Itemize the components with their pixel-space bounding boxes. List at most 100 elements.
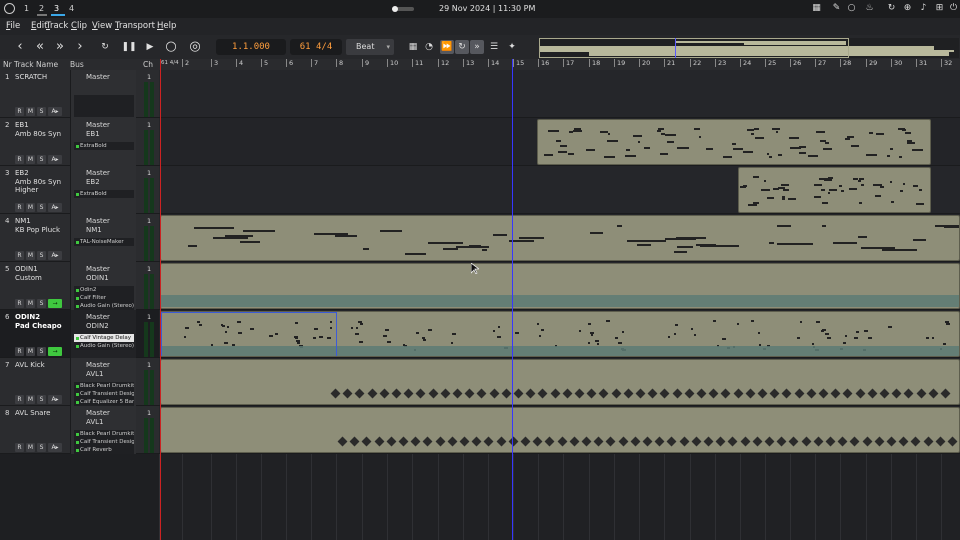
menu-edit[interactable]: Edit	[31, 21, 47, 31]
ruler-bar-7[interactable]: 7	[311, 59, 318, 67]
loop-start-marker[interactable]	[160, 59, 161, 540]
solo-button[interactable]: S	[37, 155, 46, 164]
mute-button[interactable]: M	[26, 395, 35, 404]
clip-odin2[interactable]	[160, 311, 960, 357]
ruler-bar-22[interactable]: 22	[690, 59, 701, 67]
refresh-icon[interactable]: ↻	[886, 3, 897, 14]
clip-nm1[interactable]	[160, 215, 960, 261]
plugin-slot[interactable]: Black Pearl Drumkit	[74, 382, 134, 390]
track-name[interactable]: SCRATCH	[15, 73, 69, 82]
ruler-bar-24[interactable]: 24	[740, 59, 751, 67]
solo-button[interactable]: S	[37, 347, 46, 356]
track-name[interactable]: AVL Kick	[15, 361, 69, 370]
track-name[interactable]: AVL Snare	[15, 409, 69, 418]
record-button[interactable]: R	[15, 347, 24, 356]
solo-button[interactable]: S	[37, 395, 46, 404]
automation-button[interactable]: A▸	[48, 443, 62, 452]
monitor-button[interactable]: →	[48, 299, 62, 308]
arrangement-area[interactable]	[159, 70, 960, 540]
menu-view[interactable]: View	[92, 21, 112, 31]
ruler-bar-4[interactable]: 4	[236, 59, 243, 67]
monitor-button[interactable]: →	[48, 347, 62, 356]
track-header-2[interactable]: 2 EB1 Amb 80s Syn R M S A▸ Master EB1 ExtraBold 1	[0, 118, 159, 166]
plugin-slot[interactable]: Audio Gain (Stereo)	[74, 342, 134, 350]
clip-eb1[interactable]	[537, 119, 931, 165]
plugin-icon[interactable]: ✦	[505, 40, 519, 54]
mute-button[interactable]: M	[26, 107, 35, 116]
automation-button[interactable]: A▸	[48, 203, 62, 212]
loop-toggle-icon[interactable]: ↻	[455, 40, 469, 54]
minimap-viewport[interactable]	[539, 38, 849, 58]
automation-button[interactable]: A▸	[48, 155, 62, 164]
menu-file[interactable]: File	[6, 21, 20, 31]
ruler-bar-28[interactable]: 28	[840, 59, 851, 67]
follow-icon[interactable]: ⏩	[440, 40, 454, 54]
track-name[interactable]: EB2 Amb 80s Syn Higher	[15, 169, 69, 195]
grid-icon[interactable]: ▦	[406, 40, 420, 54]
network-icon[interactable]: ⊞	[934, 3, 945, 14]
record-button[interactable]: R	[15, 443, 24, 452]
ruler-bar-25[interactable]: 25	[765, 59, 776, 67]
mute-button[interactable]: M	[26, 155, 35, 164]
fast-forward-icon[interactable]: »	[51, 38, 69, 56]
track-header-4[interactable]: 4 NM1 KB Pop Pluck R M S A▸ Master NM1 TAL-NoiseM…	[0, 214, 159, 262]
workspace-1[interactable]: 1	[24, 4, 29, 13]
ruler-bar-9[interactable]: 9	[362, 59, 369, 67]
ruler-bar-29[interactable]: 29	[866, 59, 877, 67]
tempo-marker[interactable]: 61 4/4	[161, 60, 179, 66]
record-button[interactable]: R	[15, 395, 24, 404]
track-lane-1[interactable]	[159, 70, 960, 118]
ruler-bar-8[interactable]: 8	[336, 59, 343, 67]
selection-box[interactable]	[161, 312, 337, 356]
ruler-bar-27[interactable]: 27	[815, 59, 826, 67]
punch-icon[interactable]: »	[470, 40, 484, 54]
channel-number[interactable]: 1	[147, 169, 151, 177]
ruler-bar-15[interactable]: 15	[513, 59, 524, 67]
media-toggle[interactable]	[392, 6, 414, 12]
ruler-bar-23[interactable]: 23	[715, 59, 726, 67]
tempo-signature-display[interactable]: 61 4/4	[290, 39, 342, 55]
track-header-8[interactable]: 8 AVL Snare R M S A▸ Master AVL1 Black Pearl Dru…	[0, 406, 159, 454]
ruler-bar-32[interactable]: 32	[941, 59, 952, 67]
channel-number[interactable]: 1	[147, 361, 151, 369]
goto-end-icon[interactable]: ›	[71, 38, 89, 56]
position-display[interactable]: 1.1.000	[216, 39, 286, 55]
plugin-slot[interactable]: Audio Gain (Stereo)	[74, 302, 134, 310]
mute-button[interactable]: M	[26, 203, 35, 212]
plugin-slot-empty[interactable]	[74, 95, 134, 117]
group-name[interactable]: EB1	[86, 130, 100, 138]
ruler-bar-26[interactable]: 26	[790, 59, 801, 67]
ruler-bar-3[interactable]: 3	[211, 59, 218, 67]
mixer-icon[interactable]: ☰	[487, 40, 501, 54]
keyboard-layout-icon[interactable]: ▦	[811, 3, 822, 14]
rewind-icon[interactable]: «	[31, 38, 49, 56]
ruler-bar-30[interactable]: 30	[891, 59, 902, 67]
menu-transport[interactable]: Transport	[115, 21, 155, 31]
group-name[interactable]: ODIN2	[86, 322, 109, 330]
plugin-slot[interactable]: ExtraBold	[74, 142, 134, 150]
group-name[interactable]: NM1	[86, 226, 102, 234]
track-header-5[interactable]: 5 ODIN1 Custom R M S → Master ODIN1 Odin2 Calf Fil…	[0, 262, 159, 310]
channel-number[interactable]: 1	[147, 313, 151, 321]
pause-icon[interactable]: ❚❚	[120, 38, 138, 56]
snap-select[interactable]: Beat	[346, 39, 394, 55]
output-bus[interactable]: Master	[86, 361, 110, 369]
workspace-4[interactable]: 4	[69, 4, 74, 13]
plugin-slot[interactable]: TAL-NoiseMaker	[74, 238, 134, 246]
group-name[interactable]: AVL1	[86, 370, 103, 378]
ruler-bar-12[interactable]: 12	[438, 59, 449, 67]
clip-eb2[interactable]	[738, 167, 931, 213]
ruler-bar-13[interactable]: 13	[463, 59, 474, 67]
output-bus[interactable]: Master	[86, 313, 110, 321]
channel-number[interactable]: 1	[147, 73, 151, 81]
track-header-6[interactable]: 6 ODIN2 Pad Cheapo R M S → Master ODIN2 Calf Vint…	[0, 310, 159, 358]
os-launcher-icon[interactable]	[4, 3, 15, 14]
plugin-slot[interactable]: Calf Reverb	[74, 446, 134, 454]
color-picker-icon[interactable]: ✎	[831, 3, 842, 14]
ruler-bar-16[interactable]: 16	[538, 59, 549, 67]
ruler-bar-5[interactable]: 5	[261, 59, 268, 67]
output-bus[interactable]: Master	[86, 121, 110, 129]
workspace-3[interactable]: 3	[54, 4, 59, 13]
automation-button[interactable]: A▸	[48, 395, 62, 404]
goto-start-icon[interactable]: ‹	[11, 38, 29, 56]
